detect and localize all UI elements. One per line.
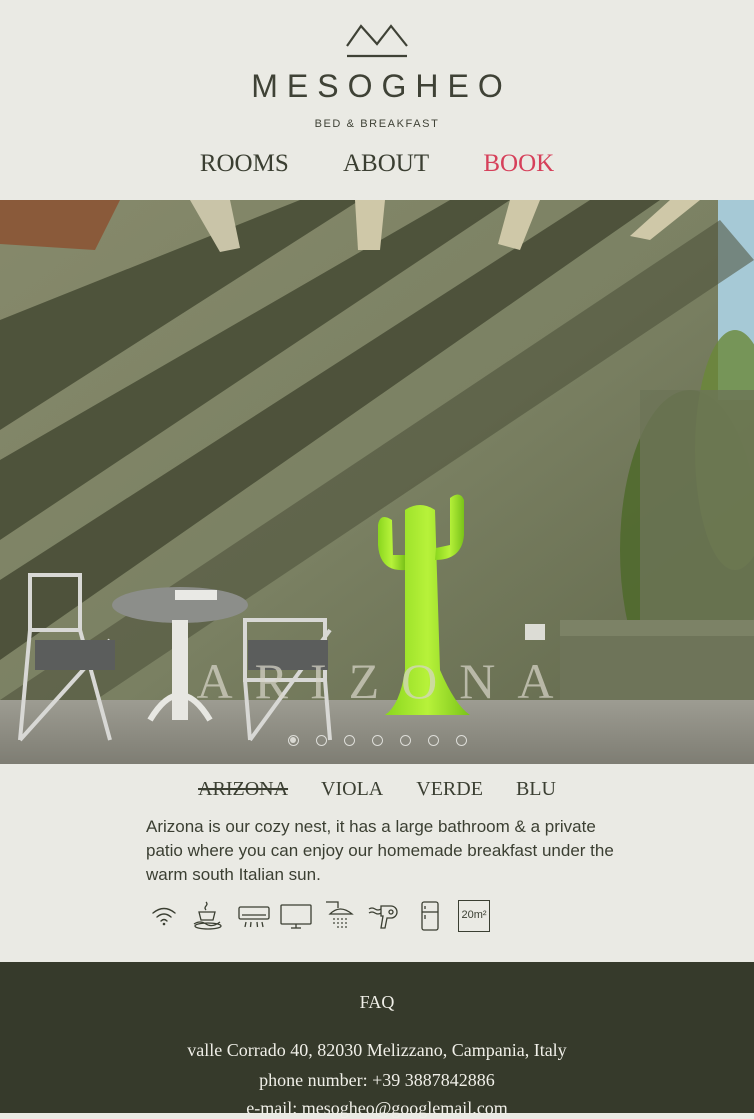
faq-link[interactable]: FAQ: [0, 992, 754, 1013]
air-conditioner-icon: [238, 906, 270, 928]
nav-rooms-link[interactable]: ROOMS: [200, 150, 289, 178]
site-header: MESOGHEO BED & BREAKFAST ROOMS ABOUT BOO…: [0, 0, 754, 200]
site-footer: FAQ valle Corrado 40, 82030 Melizzano, C…: [0, 962, 754, 1118]
slide-dot-4[interactable]: [371, 735, 383, 746]
room-tab-viola[interactable]: VIOLA: [321, 778, 383, 801]
room-description: Arizona is our cozy nest, it has a large…: [146, 817, 614, 884]
slide-dot-5[interactable]: [399, 735, 411, 746]
footer-phone[interactable]: phone number: +39 3887842886: [0, 1070, 754, 1091]
footer-address: valle Corrado 40, 82030 Melizzano, Campa…: [187, 1040, 567, 1060]
nav-about-link[interactable]: ABOUT: [343, 150, 429, 178]
brand-name: MESOGHEO: [251, 68, 512, 104]
slide-dot-3[interactable]: [343, 735, 355, 746]
breakfast-icon: [193, 901, 222, 930]
room-tab-verde[interactable]: VERDE: [416, 778, 483, 801]
tv-icon: [280, 904, 312, 929]
room-tab-arizona[interactable]: ARIZONA: [198, 778, 288, 801]
slider-pagination: [0, 735, 754, 746]
main-nav: ROOMS ABOUT BOOK: [0, 150, 754, 178]
brand-tagline: BED & BREAKFAST: [314, 118, 440, 130]
slide-dot-1[interactable]: [287, 735, 299, 746]
slide-dot-2[interactable]: [315, 735, 327, 746]
hero-room-title: ARIZONA: [196, 653, 576, 709]
footer-email[interactable]: e-mail: mesogheo@googlemail.com: [0, 1098, 754, 1119]
room-photo-slider[interactable]: ARIZONA: [0, 200, 754, 764]
mountain-logo-icon[interactable]: [344, 22, 410, 60]
wifi-icon: [152, 907, 176, 926]
room-tabs: ARIZONA VIOLA VERDE BLU: [0, 778, 754, 801]
fridge-icon: [421, 901, 439, 931]
slide-dot-6[interactable]: [427, 735, 439, 746]
room-size-icon: 20m²: [458, 900, 490, 932]
nav-book-link[interactable]: BOOK: [483, 150, 554, 178]
room-tab-blu[interactable]: BLU: [516, 778, 556, 801]
slide-dot-7[interactable]: [455, 735, 467, 746]
shower-icon: [326, 901, 354, 928]
hair-dryer-icon: [368, 905, 398, 929]
